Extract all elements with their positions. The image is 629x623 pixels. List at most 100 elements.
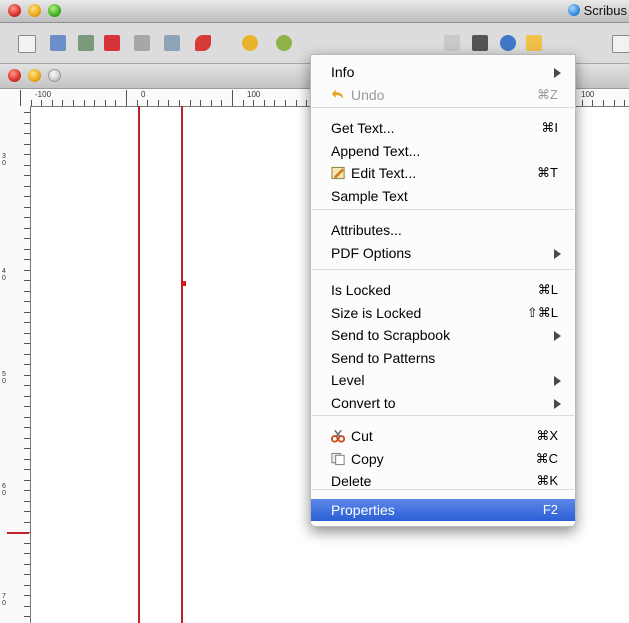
ruler-tick (24, 143, 30, 145)
close-document-icon[interactable] (104, 35, 120, 51)
menu-item-label: Undo (351, 86, 385, 103)
menu-item-sample-text[interactable]: Sample Text (311, 185, 575, 207)
menu-item-shortcut: ⌘C (535, 450, 558, 466)
undo-icon (331, 88, 346, 102)
ruler-tick (24, 553, 30, 554)
ruler-tick (24, 322, 30, 323)
ruler-tick (274, 100, 276, 106)
ruler-tick (179, 100, 180, 106)
ruler-tick (24, 458, 30, 460)
window-titlebar: Scribus (0, 0, 629, 23)
menu-item-send-to-patterns[interactable]: Send to Patterns (311, 347, 575, 369)
ruler-tick (115, 100, 117, 106)
close-window-button[interactable] (8, 4, 21, 17)
ruler-label: 100 (247, 90, 261, 99)
menu-item-info[interactable]: Info (311, 61, 575, 83)
menu-item-label: Info (331, 64, 355, 80)
context-menu: Info Undo ⌘Z Get Text... ⌘I Append Text... Edi… (310, 54, 576, 527)
menu-item-shortcut: ⌘T (537, 165, 558, 180)
ruler-tick (20, 90, 21, 106)
ruler-tick (24, 185, 30, 187)
menu-item-shortcut: ⌘X (536, 428, 558, 443)
ruler-tick (24, 490, 30, 491)
ruler-tick (24, 311, 30, 313)
menu-item-label: Copy (351, 450, 384, 467)
menu-item-is-locked[interactable]: Is Locked ⌘L (311, 279, 575, 301)
image-frame-icon[interactable] (472, 35, 488, 51)
ruler-tick (24, 427, 30, 428)
menu-item-convert-to[interactable]: Convert to (311, 392, 575, 414)
ruler-tick (24, 154, 30, 155)
menu-item-shortcut: ⌘L (537, 282, 558, 297)
menu-item-attributes[interactable]: Attributes... (311, 219, 575, 241)
table-tool-icon[interactable] (526, 35, 542, 51)
ruler-tick (24, 227, 30, 229)
menu-item-append-text[interactable]: Append Text... (311, 140, 575, 162)
ruler-label: 100 (581, 90, 595, 99)
ruler-tick (24, 595, 30, 596)
save-document-icon[interactable] (78, 35, 94, 51)
ruler-label: 5 0 (2, 371, 6, 385)
export-pdf-icon[interactable] (195, 35, 211, 51)
ruler-tick (24, 374, 30, 376)
ruler-tick (24, 280, 30, 281)
ruler-tick (24, 196, 30, 197)
undo-toolbar-icon[interactable] (242, 35, 258, 51)
menu-item-label: Size is Locked (331, 304, 422, 321)
print-icon[interactable] (134, 35, 150, 51)
menu-item-undo[interactable]: Undo ⌘Z (311, 84, 575, 106)
ruler-tick (24, 364, 30, 365)
ruler-tick (24, 437, 30, 439)
ruler-tick (592, 100, 594, 106)
menu-item-copy[interactable]: Copy ⌘C (311, 448, 575, 470)
frame-handle[interactable] (181, 281, 186, 286)
ruler-tick (24, 112, 30, 113)
preflight-icon[interactable] (164, 35, 180, 51)
ruler-tick (24, 259, 30, 260)
polygon-tool-icon[interactable] (612, 35, 629, 53)
menu-item-label: PDF Options (331, 244, 412, 261)
ruler-tick (306, 100, 308, 106)
minimize-window-button[interactable] (28, 4, 41, 17)
ruler-tick (24, 217, 30, 218)
ruler-tick (157, 100, 159, 106)
menu-item-delete[interactable]: Delete ⌘K (311, 470, 575, 492)
menu-item-size-is-locked[interactable]: Size is Locked ⇧⌘L (311, 302, 575, 324)
ruler-tick (24, 469, 30, 470)
ruler-marker (7, 532, 29, 534)
menu-item-cut[interactable]: Cut ⌘X (311, 425, 575, 447)
ruler-tick (24, 385, 30, 386)
ruler-tick (62, 100, 64, 106)
zoom-document-window-button[interactable] (48, 69, 61, 82)
submenu-arrow-icon (554, 68, 561, 78)
menu-item-get-text[interactable]: Get Text... ⌘I (311, 117, 575, 139)
minimize-document-window-button[interactable] (28, 69, 41, 82)
new-document-icon[interactable] (18, 35, 36, 53)
open-document-icon[interactable] (50, 35, 66, 51)
close-document-window-button[interactable] (8, 69, 21, 82)
menu-item-send-to-scrapbook[interactable]: Send to Scrapbook (311, 324, 575, 346)
scribus-app-icon (567, 4, 580, 16)
redo-toolbar-icon[interactable] (276, 35, 292, 51)
edit-text-icon (331, 166, 346, 180)
text-frame-icon[interactable] (444, 35, 460, 51)
menu-item-pdf-options[interactable]: PDF Options (311, 242, 575, 264)
ruler-tick (24, 479, 30, 481)
menu-item-label: Properties (331, 502, 395, 518)
menu-item-label: Append Text... (331, 142, 421, 159)
zoom-window-button[interactable] (48, 4, 61, 17)
menu-item-label: Cut (351, 428, 373, 444)
menu-item-properties[interactable]: Properties F2 (311, 499, 575, 521)
ruler-tick (24, 269, 30, 271)
menu-item-level[interactable]: Level (311, 369, 575, 391)
margin-guide-right (181, 106, 183, 623)
ruler-tick (24, 343, 30, 344)
vertical-ruler[interactable]: 3 0 4 0 5 0 6 0 7 0 (0, 106, 31, 623)
menu-item-label: Edit Text... (351, 165, 417, 181)
ruler-tick (24, 500, 30, 502)
ruler-tick (24, 406, 30, 407)
ruler-tick (24, 616, 30, 617)
menu-item-edit-text[interactable]: Edit Text... ⌘T (311, 162, 575, 184)
ruler-tick (51, 100, 53, 106)
shape-tool-icon[interactable] (500, 35, 516, 51)
